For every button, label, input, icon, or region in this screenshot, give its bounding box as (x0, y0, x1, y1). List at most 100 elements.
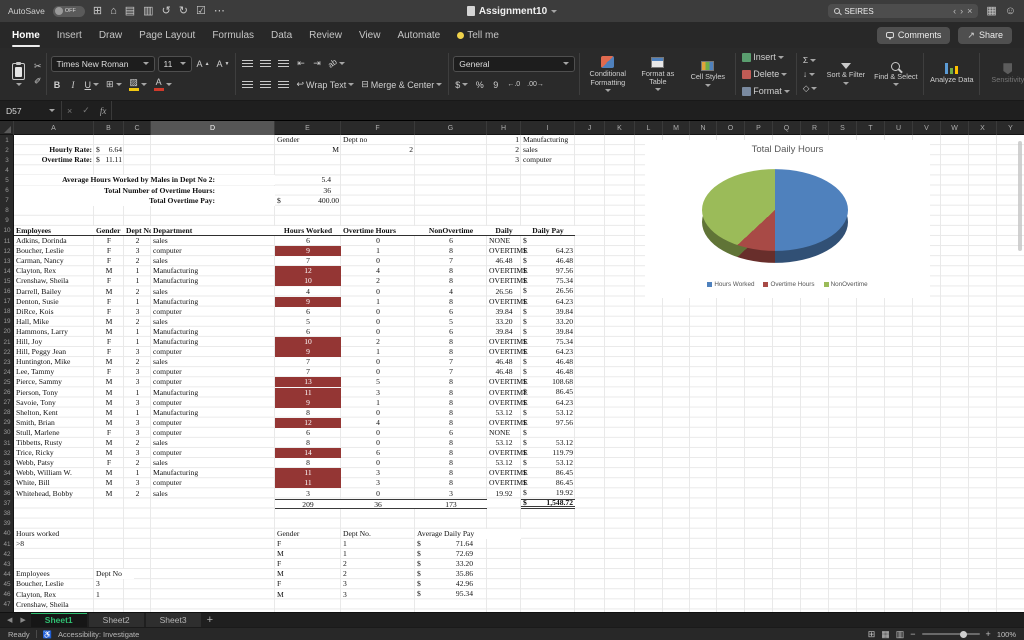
cell-B30[interactable]: F (94, 428, 124, 438)
cell-C32[interactable]: 3 (124, 448, 151, 458)
cell-A5[interactable]: Average Hours Worked by Males in Dept No… (14, 175, 275, 185)
column-header-B[interactable]: B (94, 121, 124, 135)
cell-A22[interactable]: Hill, Peggy Jean (14, 347, 94, 357)
cell-G11[interactable]: 6 (415, 236, 487, 246)
cell-H27[interactable]: OVERTIME (487, 398, 521, 408)
cell-F26[interactable]: 3 (341, 388, 415, 398)
orientation-button[interactable]: ab (326, 56, 347, 72)
cell-I33[interactable]: $53.12 (521, 458, 575, 468)
cell-A46[interactable]: Clayton, Rex (14, 590, 94, 600)
row-header-44[interactable]: 44 (0, 569, 14, 579)
align-middle-button[interactable] (258, 77, 273, 93)
cell-B22[interactable]: F (94, 347, 124, 357)
cell-A35[interactable]: White, Bill (14, 478, 94, 488)
cell-E40[interactable]: Gender (275, 529, 341, 539)
cell-E10[interactable]: Hours Worked (275, 226, 341, 236)
cell-E11[interactable]: 6 (275, 236, 341, 246)
cell-I32[interactable]: $119.79 (521, 448, 575, 458)
cell-C29[interactable]: 3 (124, 418, 151, 428)
cell-A18[interactable]: DiRce, Kois (14, 307, 94, 317)
cell-B14[interactable]: M (94, 266, 124, 276)
fill-color-button[interactable]: ▨ (127, 77, 149, 93)
row-header-32[interactable]: 32 (0, 448, 14, 458)
conditional-formatting-button[interactable]: Conditional Formatting (584, 56, 631, 92)
cell-A36[interactable]: Whitehead, Bobby (14, 489, 94, 499)
cell-I30[interactable]: $ (521, 428, 575, 438)
cell-A33[interactable]: Webb, Patsy (14, 458, 94, 468)
cell-B15[interactable]: F (94, 276, 124, 286)
cell-B19[interactable]: M (94, 317, 124, 327)
percent-format-button[interactable]: % (473, 77, 486, 93)
cell-H25[interactable]: OVERTIME (487, 377, 521, 387)
cell-E30[interactable]: 6 (275, 428, 341, 438)
cell-A40[interactable]: Hours worked (14, 529, 94, 539)
cell-I23[interactable]: $46.48 (521, 357, 575, 367)
cell-B21[interactable]: F (94, 337, 124, 347)
cell-H10[interactable]: Daily (487, 226, 521, 236)
cell-B32[interactable]: M (94, 448, 124, 458)
cell-D30[interactable]: computer (151, 428, 275, 438)
row-header-21[interactable]: 21 (0, 337, 14, 347)
cell-E24[interactable]: 7 (275, 367, 341, 377)
tab-home[interactable]: Home (12, 22, 40, 48)
align-left-button[interactable] (240, 56, 255, 72)
row-header-41[interactable]: 41 (0, 539, 14, 549)
cell-F13[interactable]: 0 (341, 256, 415, 266)
cell-E1[interactable]: Gender (275, 135, 341, 145)
column-header-D[interactable]: D (151, 121, 275, 135)
cell-A20[interactable]: Hammons, Larry (14, 327, 94, 337)
cell-D18[interactable]: computer (151, 307, 275, 317)
font-size-select[interactable]: 11 (158, 56, 192, 72)
cell-G25[interactable]: 8 (415, 377, 487, 387)
cell-B20[interactable]: M (94, 327, 124, 337)
cell-A7[interactable]: Total Overtime Pay: (14, 196, 275, 206)
cell-F20[interactable]: 0 (341, 327, 415, 337)
comments-button[interactable]: Comments (877, 27, 951, 44)
cell-F32[interactable]: 6 (341, 448, 415, 458)
cell-D23[interactable]: sales (151, 357, 275, 367)
cell-B44[interactable]: Dept No (94, 569, 134, 579)
cell-A29[interactable]: Smith, Brian (14, 418, 94, 428)
cell-E28[interactable]: 8 (275, 408, 341, 418)
cell-I13[interactable]: $46.48 (521, 256, 575, 266)
cell-D33[interactable]: sales (151, 458, 275, 468)
cell-I31[interactable]: $53.12 (521, 438, 575, 448)
cell-C35[interactable]: 3 (124, 478, 151, 488)
cell-B16[interactable]: M (94, 287, 124, 297)
cell-E12[interactable]: 9 (275, 246, 341, 256)
cell-I29[interactable]: $97.56 (521, 418, 575, 428)
cell-C34[interactable]: 1 (124, 468, 151, 478)
row-header-6[interactable]: 6 (0, 186, 14, 196)
cell-A26[interactable]: Pierson, Tony (14, 388, 94, 398)
search-box[interactable]: SEIRES ‹ › × (828, 4, 978, 18)
cell-F35[interactable]: 3 (341, 478, 415, 488)
cell-D35[interactable]: computer (151, 478, 275, 488)
cell-D15[interactable]: Manufacturing (151, 276, 275, 286)
cell-E32[interactable]: 14 (275, 448, 341, 458)
name-box[interactable]: D57 (0, 101, 62, 120)
cell-I16[interactable]: $26.56 (521, 287, 575, 297)
cell-G40[interactable]: Average Daily Pay (415, 529, 521, 539)
format-cells-button[interactable]: Format (740, 83, 792, 99)
zoom-slider[interactable] (922, 633, 980, 635)
merge-center-button[interactable]: ⊟Merge & Center (359, 77, 444, 93)
cell-B33[interactable]: F (94, 458, 124, 468)
cell-H3[interactable]: 3 (487, 155, 521, 165)
increase-decimal-button[interactable]: ←.0 (505, 77, 522, 93)
cell-I15[interactable]: $75.34 (521, 276, 575, 286)
cell-F24[interactable]: 0 (341, 367, 415, 377)
cell-E35[interactable]: 11 (275, 478, 341, 488)
cell-F29[interactable]: 4 (341, 418, 415, 428)
row-header-8[interactable]: 8 (0, 206, 14, 216)
zoom-out-button[interactable]: − (910, 629, 915, 639)
column-header-M[interactable]: M (663, 121, 690, 135)
tab-formulas[interactable]: Formulas (212, 22, 254, 48)
normal-view-button[interactable]: ⊞ (868, 629, 876, 640)
cell-A19[interactable]: Hall, Mike (14, 317, 94, 327)
cell-D10[interactable]: Department (151, 226, 275, 236)
align-right-button[interactable] (276, 56, 291, 72)
row-header-1[interactable]: 1 (0, 135, 14, 145)
cell-I34[interactable]: $86.45 (521, 468, 575, 478)
row-header-16[interactable]: 16 (0, 287, 14, 297)
tab-review[interactable]: Review (309, 22, 342, 48)
